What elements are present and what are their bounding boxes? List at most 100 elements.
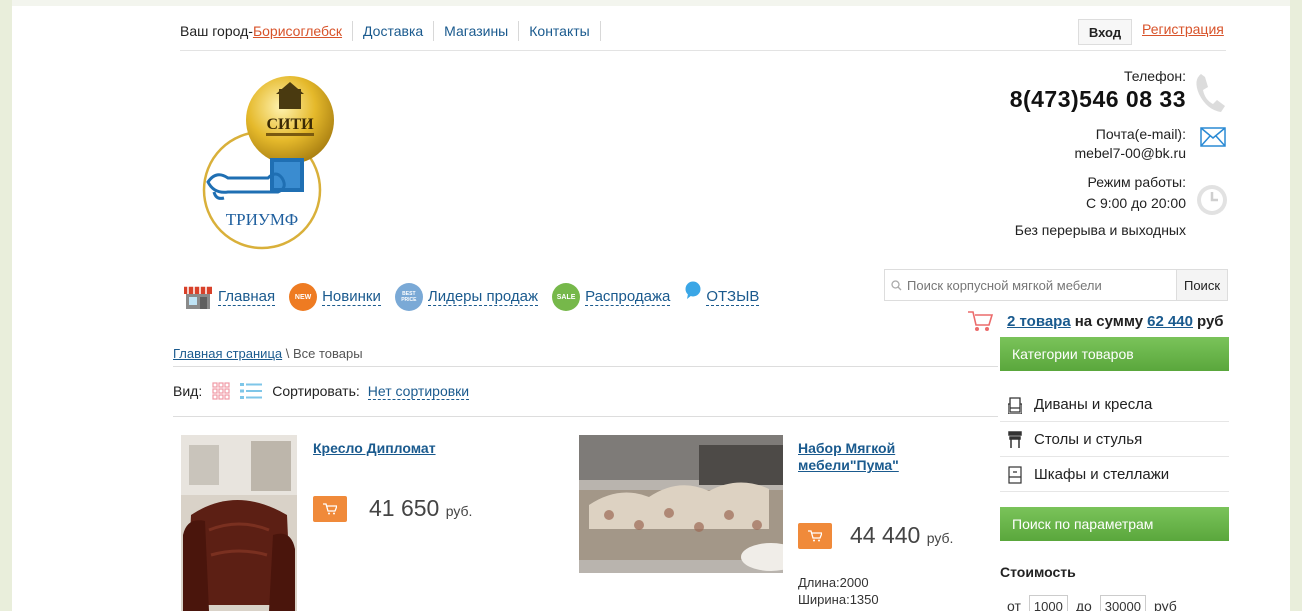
price-value: 41 650: [369, 495, 440, 521]
product-price-row: 41 650 руб.: [313, 495, 472, 522]
category-wardrobes[interactable]: Шкафы и стеллажи: [1000, 458, 1229, 492]
product-price-row: 44 440 руб.: [798, 522, 953, 549]
search-placeholder: Поиск корпусной мягкой мебели: [907, 277, 1102, 293]
params-header: Поиск по параметрам: [1000, 507, 1229, 541]
logo[interactable]: СИТИ ТРИУМФ: [200, 72, 340, 252]
product-image-armchair[interactable]: [181, 435, 297, 611]
product-spec-width: Ширина:1350: [798, 592, 879, 607]
range-from-label: от: [1007, 598, 1021, 611]
range-currency: руб: [1153, 598, 1177, 611]
categories-header: Категории товаров: [1000, 337, 1229, 371]
cart-amount[interactable]: 62 440: [1147, 313, 1193, 330]
product-image-sofa-set[interactable]: [579, 435, 801, 573]
breadcrumb: Главная страница \ Все товары: [173, 346, 363, 361]
add-to-cart-button[interactable]: [313, 495, 347, 522]
search-button[interactable]: Поиск: [1176, 269, 1228, 301]
main-menu: Главная NEW Новинки BEST PRICE Лидеры пр…: [184, 281, 773, 311]
hours-label: Режим работы:: [1087, 174, 1187, 190]
svg-text:ТРИУМФ: ТРИУМФ: [226, 210, 298, 229]
armchair-icon: [1006, 396, 1024, 414]
category-label: Диваны и кресла: [1034, 396, 1153, 413]
hours-note: Без перерыва и выходных: [1014, 222, 1186, 238]
category-tables[interactable]: Столы и стулья: [1000, 423, 1229, 457]
category-label: Шкафы и стеллажи: [1034, 466, 1170, 483]
cart-icon: [967, 309, 993, 333]
svg-text:СИТИ: СИТИ: [266, 116, 314, 133]
divider: [518, 21, 520, 41]
breadcrumb-separator: \: [282, 346, 293, 361]
price-currency: руб.: [445, 503, 473, 519]
menu-item-sale[interactable]: SALE Распродажа: [552, 283, 671, 311]
nav-delivery-link[interactable]: Доставка: [363, 23, 423, 39]
new-badge-icon: NEW: [289, 283, 318, 311]
email-label: Почта(e-mail):: [1095, 126, 1186, 142]
nav-stores-link[interactable]: Магазины: [444, 23, 508, 39]
product-price: 41 650 руб.: [369, 495, 472, 522]
price-value: 44 440: [850, 522, 921, 548]
city-label: Ваш город-: [180, 23, 253, 39]
login-button[interactable]: Вход: [1078, 19, 1132, 45]
breadcrumb-divider: [173, 366, 998, 367]
cart-summary[interactable]: 2 товара на сумму 62 440 руб: [967, 309, 1224, 333]
breadcrumb-current: Все товары: [292, 346, 363, 361]
menu-item-new[interactable]: NEW Новинки: [289, 283, 381, 311]
menu-item-home[interactable]: Главная: [184, 284, 276, 310]
divider: [599, 21, 601, 41]
header-divider: [180, 50, 1226, 51]
phone-number[interactable]: 8(473)546 08 33: [1010, 86, 1186, 113]
cart-icon: [323, 502, 337, 514]
list-view-icon[interactable]: [240, 382, 263, 400]
product-title[interactable]: Кресло Дипломат: [313, 440, 436, 458]
divider: [352, 21, 354, 41]
range-from-input[interactable]: 1000: [1028, 595, 1068, 611]
email-value[interactable]: mebel7-00@bk.ru: [1075, 145, 1187, 161]
menu-label: Распродажа: [585, 288, 671, 306]
product-title-text[interactable]: Кресло Дипломат: [313, 440, 436, 456]
menu-item-review[interactable]: ОТЗЫВ: [684, 281, 760, 306]
search-icon: [891, 279, 902, 291]
grid-view-icon[interactable]: [212, 382, 230, 400]
price-range: от 1000 до 30000 руб: [1007, 595, 1177, 611]
list-divider: [173, 416, 998, 417]
phone-label: Телефон:: [1124, 68, 1186, 84]
menu-item-bestsellers[interactable]: BEST PRICE Лидеры продаж: [394, 283, 539, 311]
city-selector[interactable]: Борисоглебск: [253, 23, 342, 39]
menu-label: Новинки: [322, 288, 381, 306]
product-title-line2[interactable]: мебели"Пума": [798, 457, 899, 474]
shop-icon: [184, 284, 212, 310]
cart-count[interactable]: 2 товара: [1007, 313, 1071, 330]
hours-value: С 9:00 до 20:00: [1085, 195, 1186, 211]
top-strip: [12, 0, 1290, 6]
product-price: 44 440 руб.: [850, 522, 953, 549]
wardrobe-icon: [1006, 465, 1024, 484]
price-currency: руб.: [926, 530, 954, 546]
best-price-icon: BEST PRICE: [394, 283, 423, 311]
register-link[interactable]: Регистрация: [1142, 21, 1224, 37]
chair-icon: [1006, 430, 1024, 449]
nav-contacts-link[interactable]: Контакты: [529, 23, 589, 39]
clock-icon: [1195, 183, 1229, 222]
category-sofas[interactable]: Диваны и кресла: [1000, 388, 1229, 422]
cart-middle-text: на сумму: [1074, 312, 1144, 330]
divider: [433, 21, 435, 41]
sort-dropdown[interactable]: Нет сортировки: [367, 383, 470, 400]
cost-title: Стоимость: [1000, 564, 1076, 580]
product-spec-length: Длина:2000: [798, 575, 869, 590]
menu-label: Лидеры продаж: [427, 288, 539, 306]
mail-icon: [1200, 127, 1226, 152]
menu-label: ОТЗЫВ: [706, 288, 760, 306]
view-sort-bar: Вид: Сортировать: Нет сортировки: [173, 382, 470, 400]
view-label: Вид:: [173, 383, 203, 399]
menu-label: Главная: [218, 288, 276, 306]
product-title-line1[interactable]: Набор Мягкой: [798, 440, 899, 457]
phone-icon: [1193, 70, 1229, 119]
cart-currency: руб: [1197, 312, 1224, 330]
page: Ваш город- Борисоглебск Доставка Магазины…: [12, 0, 1290, 611]
top-nav: Ваш город- Борисоглебск Доставка Магазины…: [180, 20, 611, 42]
product-title[interactable]: Набор Мягкой мебели"Пума": [798, 440, 899, 474]
search-input[interactable]: Поиск корпусной мягкой мебели: [884, 269, 1177, 301]
speech-bubble-icon: [684, 281, 702, 299]
range-to-input[interactable]: 30000: [1099, 595, 1146, 611]
breadcrumb-home-link[interactable]: Главная страница: [173, 346, 282, 361]
add-to-cart-button[interactable]: [798, 522, 832, 549]
